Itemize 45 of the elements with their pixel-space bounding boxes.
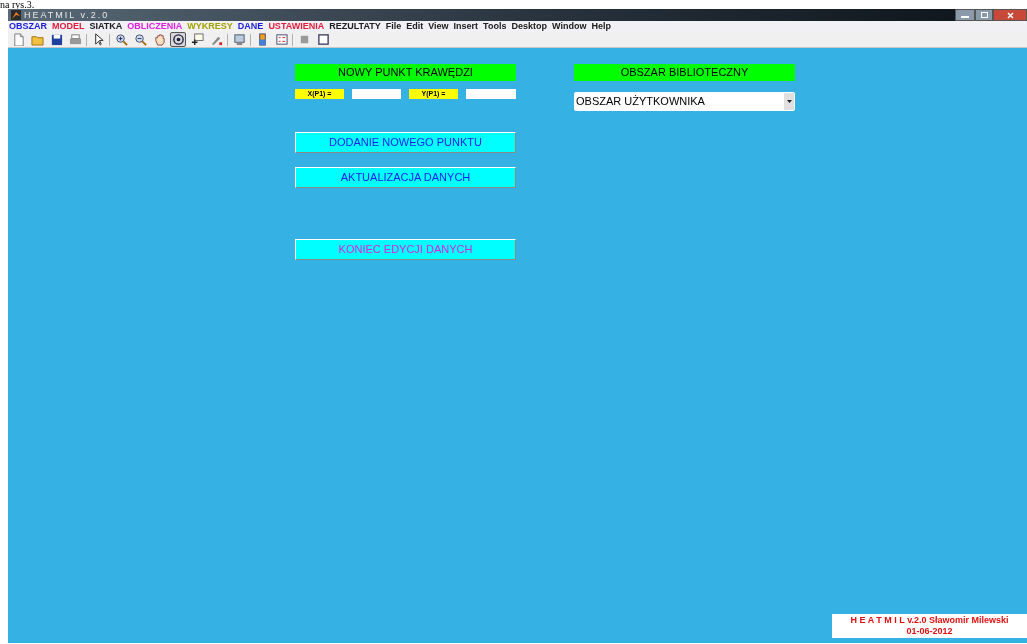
menu-item[interactable]: Edit [406, 21, 424, 32]
frame-icon [316, 33, 330, 46]
print-icon [68, 33, 82, 46]
dropdown[interactable]: OBSZAR UŻYTKOWNIKA [574, 92, 795, 111]
zoom-in-icon [114, 33, 128, 46]
input-field[interactable] [466, 89, 516, 99]
close-icon [1006, 11, 1014, 19]
toolbar-button[interactable] [189, 32, 205, 47]
menu-item[interactable]: File [385, 21, 402, 32]
window-title: HEATMIL v.2.0 [24, 10, 110, 20]
legend-icon [274, 33, 288, 46]
maximize-button[interactable] [975, 9, 993, 21]
menu-item[interactable]: USTAWIENIA [268, 21, 325, 32]
input-field[interactable] [352, 89, 401, 99]
menu-item[interactable]: View [428, 21, 449, 32]
section-header: NOWY PUNKT KRAWĘDZI [295, 64, 516, 81]
menu-item[interactable]: Insert [453, 21, 479, 32]
minimize-button[interactable] [955, 9, 975, 21]
toolbar-button[interactable] [170, 32, 186, 47]
menu-item[interactable]: Tools [483, 21, 507, 32]
toolbar-button[interactable] [315, 32, 331, 47]
hand-icon [152, 33, 166, 46]
new-file-icon [11, 33, 25, 46]
toolbar-button[interactable] [132, 32, 148, 47]
rotate-icon [171, 33, 185, 46]
section-header: OBSZAR BIBLIOTECZNY [574, 64, 795, 81]
close-button[interactable] [993, 9, 1027, 21]
menu-item[interactable]: Help [591, 21, 611, 32]
menu-item[interactable]: DANE [237, 21, 264, 32]
menu-item[interactable]: SIATKA [89, 21, 123, 32]
menu-item[interactable]: OBSZAR [9, 21, 47, 32]
footer-label: H E A T M I L v.2.0 Sławomir Milewski 01-06-2012 [832, 614, 1027, 638]
action-button[interactable]: DODANIE NOWEGO PUNKTU [295, 132, 516, 153]
menu-item[interactable]: Desktop [511, 21, 547, 32]
menu-item[interactable]: Window [551, 21, 587, 32]
save-icon [49, 33, 63, 46]
data-cursor-icon [190, 33, 204, 46]
toolbar-button[interactable] [113, 32, 129, 47]
menu-item[interactable]: REZULTATY [329, 21, 381, 32]
action-button[interactable]: AKTUALIZACJA DANYCH [295, 167, 516, 188]
menu-item[interactable]: MODEL [52, 21, 85, 32]
caret-icon [786, 100, 792, 103]
monitor-icon [232, 33, 246, 46]
zoom-out-icon [133, 33, 147, 46]
app-icon [11, 10, 21, 20]
